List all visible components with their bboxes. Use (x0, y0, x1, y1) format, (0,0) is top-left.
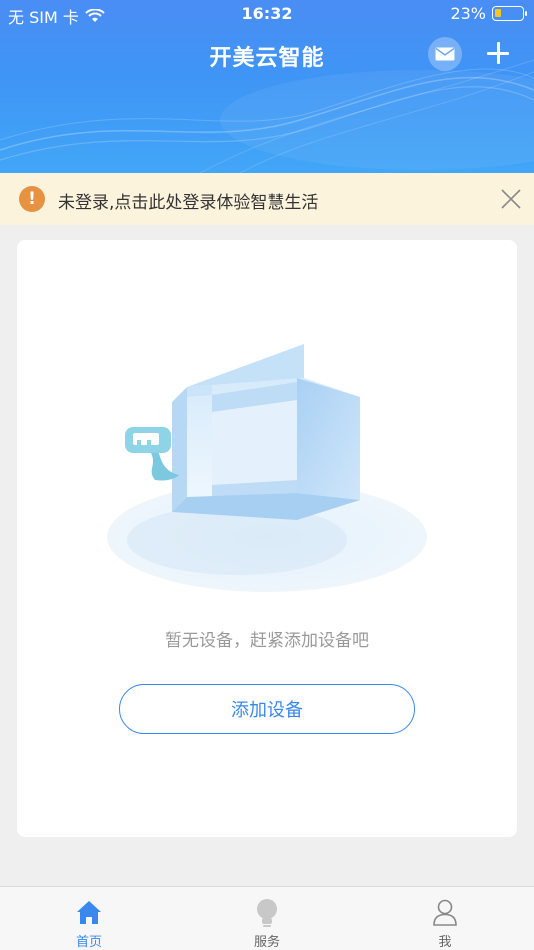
tab-me[interactable]: 我 (385, 887, 505, 950)
tab-service[interactable]: 服务 (207, 887, 327, 950)
status-bar: 无 SIM 卡 16:32 23% (0, 0, 534, 28)
person-icon (433, 899, 457, 926)
login-banner[interactable]: ! 未登录,点击此处登录体验智慧生活 (0, 173, 534, 225)
home-icon (77, 901, 101, 924)
tab-home-label: 首页 (75, 935, 102, 950)
add-device-button[interactable]: 添加设备 (119, 684, 415, 734)
empty-box-illustration (107, 344, 427, 592)
message-button[interactable] (428, 37, 462, 71)
lightbulb-icon (257, 899, 277, 927)
battery-level (495, 9, 501, 17)
add-button[interactable] (484, 38, 512, 70)
exclamation-icon: ! (19, 186, 45, 212)
tab-me-label: 我 (438, 935, 452, 950)
empty-state-message: 暂无设备，赶紧添加设备吧 (165, 631, 369, 651)
close-icon[interactable] (500, 188, 522, 210)
login-prompt-text: 未登录,点击此处登录体验智慧生活 (58, 193, 319, 213)
battery-icon (492, 6, 527, 21)
tab-bar: 首页 服务 我 (0, 886, 534, 950)
battery-percent: 23% (450, 4, 486, 23)
app-header: 无 SIM 卡 16:32 23% 开美云智能 (0, 0, 534, 173)
tab-service-label: 服务 (253, 935, 280, 950)
tab-home[interactable]: 首页 (29, 887, 149, 950)
mail-icon (435, 47, 455, 61)
device-card: 暂无设备，赶紧添加设备吧 添加设备 (17, 240, 517, 837)
